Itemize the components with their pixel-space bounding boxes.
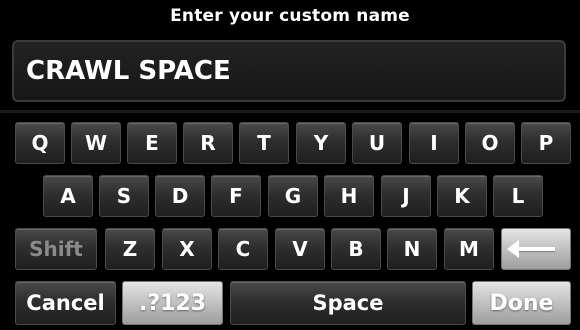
key-w[interactable]: W (71, 122, 121, 164)
key-f[interactable]: F (211, 175, 261, 217)
key-l[interactable]: L (493, 175, 543, 217)
key-i[interactable]: I (409, 122, 459, 164)
key-e[interactable]: E (127, 122, 177, 164)
key-y[interactable]: Y (296, 122, 346, 164)
space-key[interactable]: Space (230, 281, 466, 325)
key-s[interactable]: S (99, 175, 149, 217)
key-m[interactable]: M (444, 228, 494, 270)
key-a[interactable]: A (43, 175, 93, 217)
key-z[interactable]: Z (105, 228, 155, 270)
keyboard-divider (0, 110, 580, 113)
key-x[interactable]: X (162, 228, 212, 270)
key-k[interactable]: K (437, 175, 487, 217)
key-g[interactable]: G (268, 175, 318, 217)
custom-name-field[interactable]: CRAWL SPACE (12, 40, 566, 102)
key-q[interactable]: Q (15, 122, 65, 164)
cancel-button[interactable]: Cancel (15, 281, 116, 325)
key-u[interactable]: U (352, 122, 402, 164)
key-v[interactable]: V (275, 228, 325, 270)
key-c[interactable]: C (218, 228, 268, 270)
backspace-key[interactable] (501, 228, 571, 270)
key-n[interactable]: N (387, 228, 437, 270)
key-p[interactable]: P (521, 122, 571, 164)
shift-key[interactable]: Shift (15, 228, 97, 270)
key-j[interactable]: J (381, 175, 431, 217)
key-d[interactable]: D (155, 175, 205, 217)
key-b[interactable]: B (331, 228, 381, 270)
key-t[interactable]: T (239, 122, 289, 164)
key-r[interactable]: R (183, 122, 233, 164)
symbols-key[interactable]: .?123 (122, 281, 223, 325)
done-button[interactable]: Done (472, 281, 571, 325)
custom-name-value: CRAWL SPACE (26, 56, 231, 86)
backspace-arrow-icon (507, 240, 555, 258)
key-o[interactable]: O (465, 122, 515, 164)
key-h[interactable]: H (324, 175, 374, 217)
screen-title: Enter your custom name (170, 6, 410, 26)
